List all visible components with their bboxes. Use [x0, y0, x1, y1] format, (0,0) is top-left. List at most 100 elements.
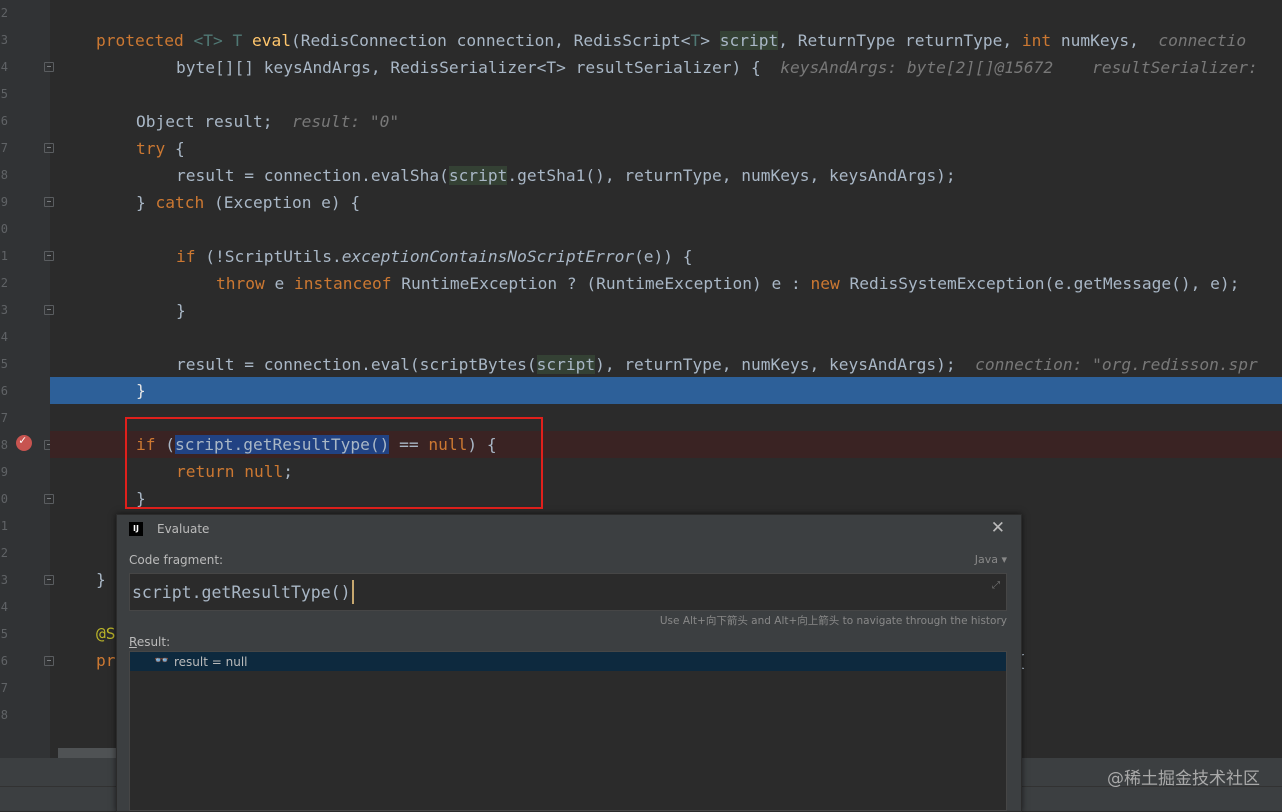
code-line: throw e instanceof RuntimeException ? (R…	[50, 270, 1282, 297]
code-text: }	[176, 301, 186, 320]
code-fragment-editor[interactable]: ⤢	[129, 573, 1007, 611]
generic: T	[690, 31, 701, 50]
inline-debug-hint: keysAndArgs: byte[2][]@15672	[780, 58, 1054, 77]
line-number: 4	[0, 330, 8, 344]
watermark: @稀土掘金技术社区	[1107, 769, 1260, 789]
code-line: }	[50, 485, 1282, 512]
code-text: }	[136, 489, 146, 508]
code-text: }	[136, 381, 146, 400]
selected-expression: script.getResultType()	[175, 435, 390, 454]
result-row[interactable]: 👓 result = null	[130, 652, 1006, 671]
language-selector[interactable]: Java ▾	[975, 553, 1007, 566]
line-number: 8	[0, 708, 8, 722]
expression-input[interactable]	[132, 574, 982, 610]
line-number: 4	[0, 60, 8, 74]
line-number: 1	[0, 249, 8, 263]
code-text: (Exception e) {	[204, 193, 361, 212]
inline-debug-hint: connectio	[1158, 31, 1247, 50]
line-number: 3	[0, 303, 8, 317]
evaluate-dialog: IJ Evaluate ✕ Code fragment: Java ▾ ⤢ Us…	[116, 514, 1022, 812]
code-text: RuntimeException ? (RuntimeException) e …	[391, 274, 811, 293]
code-text: result = connection.evalSha(	[176, 166, 449, 185]
result-label-text: esult:	[136, 635, 171, 649]
code-text: .getSha1(), returnType, numKeys, keysAnd…	[507, 166, 956, 185]
line-number: 6	[0, 654, 8, 668]
keyword: int	[1021, 31, 1052, 50]
keyword: protected	[96, 31, 184, 50]
code-line: result = connection.evalSha(script.getSh…	[50, 162, 1282, 189]
line-number: 8	[0, 438, 8, 452]
keyword: null	[428, 435, 468, 454]
inline-debug-hint: result: "0"	[291, 112, 400, 131]
dialog-title-bar[interactable]: IJ Evaluate ✕	[117, 515, 1021, 545]
breakpoint-icon[interactable]	[16, 433, 32, 451]
text-caret	[352, 580, 354, 604]
result-value: result = null	[174, 655, 248, 669]
keyword: if	[176, 247, 196, 266]
line-number: 7	[0, 681, 8, 695]
code-text: byte[][] keysAndArgs, RedisSerializer<T>…	[176, 58, 781, 77]
line-number: 7	[0, 411, 8, 425]
line-number: 2	[0, 546, 8, 560]
variable-highlight: script	[536, 355, 596, 374]
line-number: 1	[0, 519, 8, 533]
result-label-mnemonic: R	[129, 635, 137, 649]
inline-debug-hint: resultSerializer:	[1092, 58, 1258, 77]
line-number: 9	[0, 195, 8, 209]
code-line: protected <T> T eval(RedisConnection con…	[50, 27, 1282, 54]
keyword: try	[136, 139, 166, 158]
generic: <T>	[193, 31, 223, 50]
code-text: Object result;	[136, 112, 292, 131]
line-number: 2	[0, 276, 8, 290]
expand-icon[interactable]: ⤢	[992, 580, 1000, 591]
code-line: result = connection.eval(scriptBytes(scr…	[50, 351, 1282, 378]
result-label: Result:	[129, 635, 170, 649]
code-text: {	[165, 139, 185, 158]
intellij-logo-icon: IJ	[129, 522, 143, 536]
line-number: 7	[0, 141, 8, 155]
line-number: 9	[0, 465, 8, 479]
code-text: >	[700, 31, 720, 50]
line-number: 0	[0, 492, 8, 506]
history-hint: Use Alt+向下箭头 and Alt+向上箭头 to navigate th…	[659, 615, 1007, 627]
code-text: ;	[283, 462, 293, 481]
code-line: byte[][] keysAndArgs, RedisSerializer<T>…	[50, 54, 1282, 81]
code-line: return null;	[50, 458, 1282, 485]
code-text: ==	[389, 435, 429, 454]
result-tree[interactable]: 👓 result = null	[129, 651, 1007, 811]
keyword: null	[244, 462, 284, 481]
line-number: 5	[0, 627, 8, 641]
dialog-title: Evaluate	[157, 522, 210, 536]
type: T	[232, 31, 243, 50]
line-number: 2	[0, 6, 8, 20]
keyword: new	[810, 274, 840, 293]
variable-highlight: script	[719, 31, 779, 50]
code-text: result = connection.eval(scriptBytes(	[176, 355, 537, 374]
code-text: RedisSystemException(e.getMessage(), e);	[839, 274, 1240, 293]
keyword: instanceof	[293, 274, 392, 293]
code-text: ), returnType, numKeys, keysAndArgs);	[595, 355, 976, 374]
code-text: ) {	[467, 435, 497, 454]
variable-highlight: script	[448, 166, 508, 185]
keyword: pr	[96, 651, 116, 670]
keyword: throw	[216, 274, 265, 293]
method-name: eval	[251, 31, 291, 50]
inline-debug-hint: connection: "org.redisson.spr	[975, 355, 1258, 374]
code-fragment-label: Code fragment:	[129, 553, 224, 567]
line-number: 6	[0, 114, 8, 128]
code-line: } catch (Exception e) {	[50, 189, 1282, 216]
line-number: 6	[0, 384, 8, 398]
code-text: }	[136, 193, 156, 212]
watch-glasses-icon: 👓	[154, 653, 169, 667]
code-line-current: }	[50, 377, 1282, 404]
close-icon[interactable]: ✕	[991, 518, 1005, 538]
line-number: 0	[0, 222, 8, 236]
code-text: numKeys,	[1051, 31, 1159, 50]
line-number: 3	[0, 33, 8, 47]
keyword: if	[136, 435, 156, 454]
line-number: 5	[0, 87, 8, 101]
code-line: if (!ScriptUtils.exceptionContainsNoScri…	[50, 243, 1282, 270]
line-number: 4	[0, 600, 8, 614]
code-line: Object result; result: "0"	[50, 108, 1282, 135]
